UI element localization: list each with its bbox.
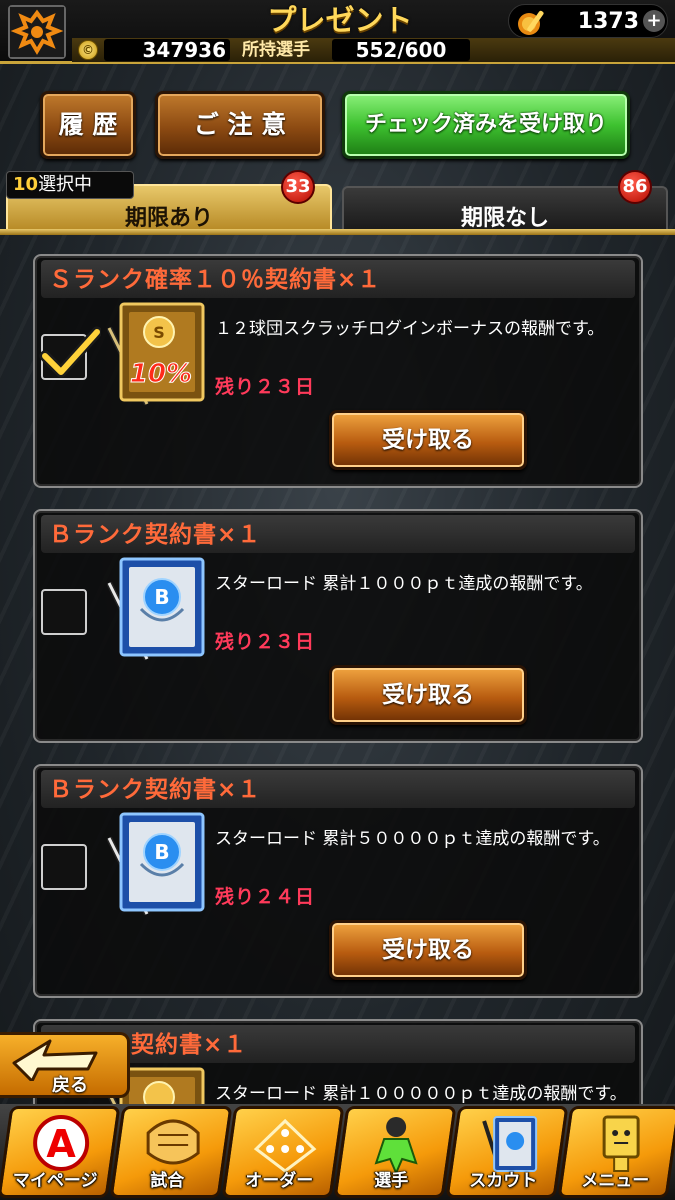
back-button[interactable]: 戻る (0, 1032, 130, 1098)
receive-button[interactable]: 受け取る (329, 920, 527, 980)
owned-players-label: 所持選手 (242, 40, 310, 60)
present-checkbox[interactable] (41, 589, 87, 635)
nav-label: スカウト (469, 1171, 538, 1191)
nav-label: マイページ (12, 1171, 98, 1191)
checkmark-icon (39, 326, 101, 378)
nav-label: 試合 (150, 1171, 185, 1191)
selected-suffix: 選択中 (38, 174, 93, 195)
coin-box: 347936 (104, 39, 230, 61)
team-logo-icon (10, 7, 64, 57)
svg-text:B: B (154, 840, 169, 864)
bat-counter[interactable]: 1373 + (508, 4, 668, 38)
caution-button[interactable]: ご 注 意 (155, 91, 325, 159)
present-description: スターロード 累計１０００００ｐｔ達成の報酬です。 (215, 1084, 627, 1104)
selected-count: 10 (13, 174, 39, 195)
nav-label: 選手 (374, 1171, 409, 1191)
nav-mypage[interactable]: A マイページ (0, 1106, 121, 1198)
svg-text:A: A (46, 1122, 76, 1166)
present-checkbox[interactable] (39, 326, 101, 380)
present-title: Ｂランク契約書×１ (41, 515, 635, 553)
page-title: プレゼント (267, 3, 413, 37)
nav-label: メニュー (581, 1171, 650, 1191)
present-description: スターロード 累計１０００ｐｔ達成の報酬です。 (215, 574, 593, 594)
nav-order[interactable]: オーダー (221, 1106, 345, 1198)
bat-count: 1373 (577, 9, 639, 34)
coin-bar: © 347936 所持選手 552/600 (72, 38, 675, 62)
present-card: Ｂランク契約書×１ B スターロード 累計５００００ｐｔ達成の報酬です。 残り２… (33, 764, 643, 998)
present-description: スターロード 累計５００００ｐｔ達成の報酬です。 (215, 829, 610, 849)
with-limit-count-badge: 33 (281, 170, 315, 204)
bottom-nav: A マイページ 試合 オーダー 選手 スカウト メニュー (0, 1104, 675, 1200)
tab-with-limit-label: 期限あり (124, 206, 213, 231)
svg-text:B: B (154, 585, 169, 609)
nav-label: オーダー (245, 1171, 314, 1191)
present-remaining: 残り２３日 (215, 376, 316, 398)
tab-underline (0, 229, 675, 235)
present-card: Ｂランク契約書×１ B スターロード 累計１０００ｐｔ達成の報酬です。 残り２３… (33, 509, 643, 743)
tab-no-limit-label: 期限なし (460, 206, 549, 231)
header: プレゼント 1373 + © 347936 所持選手 552/600 (0, 0, 675, 64)
coin-icon: © (78, 40, 98, 60)
present-card: Ｓランク確率１０％契約書×１ S 10% １２球団スクラッチログインボーナスの報… (33, 254, 643, 488)
team-logo[interactable] (8, 5, 66, 59)
coin-value: 347936 (142, 38, 227, 62)
receive-button[interactable]: 受け取る (329, 665, 527, 725)
nav-scout[interactable]: スカウト (445, 1106, 569, 1198)
no-limit-count-badge: 86 (618, 170, 652, 204)
receive-checked-button[interactable]: チェック済みを受け取り (342, 91, 630, 159)
nav-players[interactable]: 選手 (333, 1106, 457, 1198)
b-rank-contract-icon: B (107, 812, 205, 916)
nav-menu[interactable]: メニュー (557, 1106, 675, 1198)
present-description: １２球団スクラッチログインボーナスの報酬です。 (215, 319, 605, 339)
present-title: Ｂランク契約書×１ (41, 770, 635, 808)
present-title: ド契約書×１ (41, 1025, 635, 1063)
selected-count-badge: 10選択中 (6, 171, 134, 199)
history-button[interactable]: 履 歴 (40, 91, 136, 159)
present-title: Ｓランク確率１０％契約書×１ (41, 260, 635, 298)
back-label: 戻る (52, 1075, 88, 1096)
s-rank-contract-icon: S 10% (107, 302, 205, 406)
present-checkbox[interactable] (41, 844, 87, 890)
golden-bat-icon (518, 10, 544, 35)
b-rank-contract-icon: B (107, 557, 205, 661)
present-remaining: 残り２３日 (215, 631, 316, 653)
svg-text:S: S (153, 323, 165, 342)
bat-purchase-button[interactable]: + (643, 10, 665, 32)
receive-button[interactable]: 受け取る (329, 410, 527, 470)
owned-players-value: 552/600 (332, 39, 470, 61)
svg-text:10%: 10% (130, 359, 192, 389)
present-remaining: 残り２４日 (215, 886, 316, 908)
nav-match[interactable]: 試合 (109, 1106, 233, 1198)
